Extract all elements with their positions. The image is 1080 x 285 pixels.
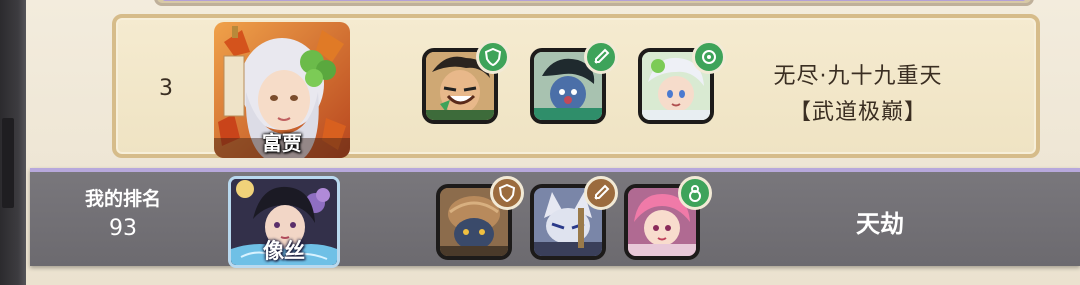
- left-side-panel-edge: [0, 0, 26, 285]
- my-player-name: 像丝: [263, 239, 305, 263]
- previous-rank-card-edge: [154, 0, 1034, 6]
- rank-title-line2: 【武道极巅】: [788, 100, 927, 125]
- hero-slot[interactable]: [638, 40, 726, 126]
- hero-slot[interactable]: [530, 176, 618, 262]
- rank-number: 3: [159, 76, 173, 101]
- hero-slot[interactable]: [624, 176, 712, 262]
- shield-badge-icon: [490, 176, 524, 210]
- my-rank-label: 我的排名: [84, 188, 161, 210]
- shield-badge-icon: [476, 40, 510, 74]
- my-rank-row[interactable]: 我的排名 93 像丝 天劫: [30, 168, 1080, 268]
- leaderboard-row[interactable]: 3 富贾 无尽·九十九重天 【武道极巅】: [112, 14, 1040, 158]
- player-avatar[interactable]: 富贾: [214, 22, 350, 158]
- player-name: 富贾: [262, 131, 302, 155]
- my-rank-number: 93: [109, 216, 137, 241]
- sword-badge-icon: [584, 40, 618, 74]
- hero-slot[interactable]: [436, 176, 524, 262]
- my-avatar[interactable]: 像丝: [228, 176, 342, 270]
- my-rank-title: 天劫: [856, 210, 904, 238]
- hero-slot[interactable]: [422, 40, 510, 126]
- rank-title-line1: 无尽·九十九重天: [773, 64, 943, 89]
- gourd-badge-icon: [678, 176, 712, 210]
- hero-slot[interactable]: [530, 40, 618, 126]
- swirl-badge-icon: [692, 40, 726, 74]
- left-edge-bar: [2, 118, 14, 208]
- sword-badge-icon: [584, 176, 618, 210]
- left-edge-partial-text: [0, 70, 26, 110]
